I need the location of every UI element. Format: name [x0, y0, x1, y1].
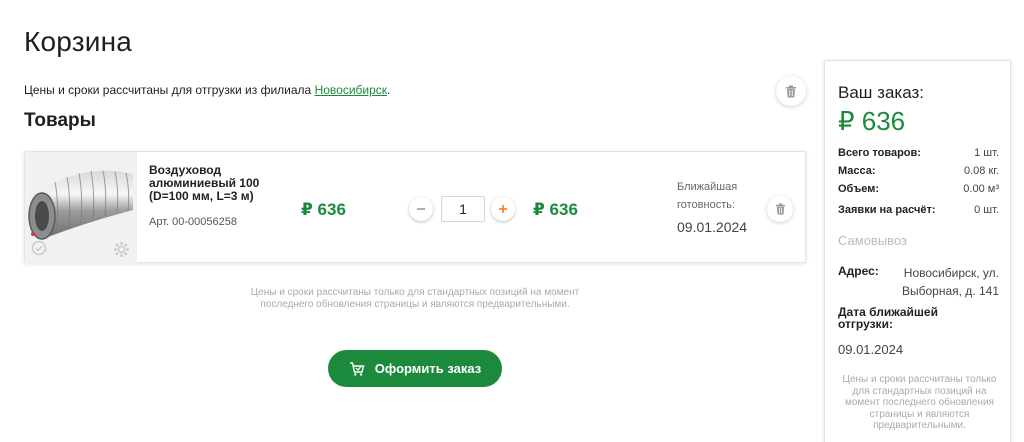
price-disclaimer: Цены и сроки рассчитаны только для станд… [250, 287, 580, 310]
product-name[interactable]: Воздуховод алюминиевый 100 (D=100 мм, L=… [149, 164, 279, 203]
remove-item-button[interactable] [767, 196, 793, 222]
address-value: Новосибирск, ул. Выборная, д. 141 [901, 266, 999, 298]
branch-link[interactable]: Новосибирск [315, 83, 387, 97]
summary-row-value: 0.08 кг. [963, 165, 999, 177]
summary-row-items: Всего товаров: 1 шт. [838, 147, 999, 159]
order-summary: Ваш заказ: ₽ 636 Всего товаров: 1 шт. Ма… [824, 60, 1011, 442]
summary-row-value: 0 шт. [974, 204, 999, 216]
summary-row-requests: Заявки на расчёт: 0 шт. [838, 204, 999, 216]
summary-row-label: Объем: [838, 183, 879, 195]
ready-date: 09.01.2024 [677, 219, 748, 235]
summary-row-value: 1 шт. [974, 147, 999, 159]
ready-label: Ближайшая готовность: [677, 181, 738, 211]
trash-icon [775, 203, 785, 215]
quantity-input[interactable] [441, 196, 485, 222]
cart-icon [349, 361, 365, 376]
shipment-date-label: Дата ближайшей отгрузки: [838, 305, 938, 331]
address-label: Адрес: [838, 264, 879, 278]
line-total: ₽ 636 [533, 200, 578, 219]
trash-icon [786, 85, 796, 97]
summary-disclaimer: Цены и сроки рассчитаны только для станд… [842, 374, 997, 431]
summary-row-weight: Масса: 0.08 кг. [838, 165, 999, 177]
checkout-label: Оформить заказ [374, 361, 482, 376]
summary-row-label: Масса: [838, 165, 876, 177]
summary-total: ₽ 636 [838, 106, 906, 136]
unit-price: ₽ 636 [301, 200, 346, 219]
summary-row-value: 0.00 м³ [963, 183, 999, 195]
gear-icon[interactable] [113, 241, 130, 258]
branch-notice-end: . [387, 83, 391, 97]
summary-row-volume: Объем: 0.00 м³ [838, 183, 999, 195]
branch-notice-text: Цены и сроки рассчитаны для отгрузки из … [24, 83, 315, 97]
summary-row-label: Заявки на расчёт: [838, 204, 936, 216]
summary-row-label: Всего товаров: [838, 147, 921, 159]
checkout-button[interactable]: Оформить заказ [328, 350, 502, 387]
goods-section-title: Товары [24, 110, 96, 131]
compare-icon[interactable] [31, 240, 47, 256]
cart-item-card: Воздуховод алюминиевый 100 (D=100 мм, L=… [24, 151, 806, 263]
minus-icon [417, 208, 425, 210]
product-image[interactable] [25, 152, 137, 263]
branch-notice: Цены и сроки рассчитаны для отгрузки из … [24, 83, 390, 97]
page-title: Корзина [24, 26, 133, 57]
pickup-option[interactable]: Самовывоз [838, 233, 907, 248]
shipment-date: 09.01.2024 [838, 342, 904, 357]
plus-icon [499, 205, 507, 213]
clear-cart-button[interactable] [776, 76, 806, 106]
decrease-quantity-button[interactable] [409, 197, 433, 221]
summary-title: Ваш заказ: [838, 83, 924, 102]
product-sku: Арт. 00-00056258 [149, 216, 237, 228]
increase-quantity-button[interactable] [491, 197, 515, 221]
